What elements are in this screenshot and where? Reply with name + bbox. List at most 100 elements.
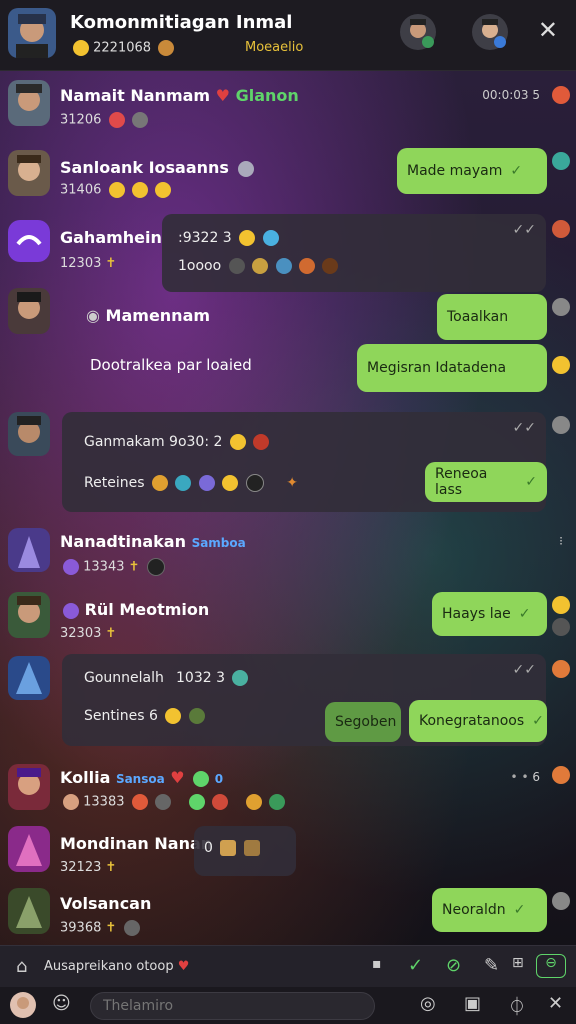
- chat-row-11[interactable]: Volsancan 39368 ✝ Neoraldn ✓: [0, 886, 576, 942]
- message-text: 0: [204, 840, 213, 856]
- message-input[interactable]: [90, 992, 375, 1020]
- avatar[interactable]: [8, 528, 50, 572]
- reaction-icon: [151, 475, 168, 491]
- reaction-icon: [253, 434, 270, 450]
- avatar[interactable]: [8, 656, 50, 700]
- reaction-icon[interactable]: [552, 356, 570, 374]
- reaction-icon[interactable]: [552, 298, 570, 316]
- check-icon[interactable]: ✓: [408, 955, 423, 976]
- member-avatar-1[interactable]: [400, 14, 436, 50]
- sender-name-text: Sanloank Iosaanns: [60, 158, 229, 177]
- reaction-icon[interactable]: [552, 86, 570, 104]
- sender-name: Namait Nanmam ♥ Glanon: [60, 86, 299, 105]
- avatar[interactable]: [8, 150, 50, 196]
- meta-value: 32123: [60, 860, 102, 875]
- user-avatar[interactable]: [10, 992, 36, 1018]
- read-check-icon: ✓✓: [512, 420, 536, 436]
- reaction-icon[interactable]: [552, 152, 570, 170]
- message-text: 1oooo: [178, 258, 222, 274]
- smile-icon: [239, 230, 256, 246]
- close-icon[interactable]: ✕: [548, 993, 563, 1014]
- member-avatar-2[interactable]: [472, 14, 508, 50]
- avatar[interactable]: [8, 80, 50, 126]
- reaction-icon[interactable]: [552, 660, 570, 678]
- message-text: Reteines: [84, 475, 145, 491]
- close-icon[interactable]: ✕: [538, 16, 558, 44]
- message-text: Neoraldn: [442, 902, 506, 918]
- reaction-icon[interactable]: [552, 596, 570, 614]
- meta-value: 39368: [60, 920, 102, 936]
- message-bubble[interactable]: Segoben: [325, 702, 401, 742]
- avatar[interactable]: [8, 592, 50, 638]
- sender-meta: 32303 ✝: [60, 626, 116, 641]
- reaction-icon: [246, 794, 263, 810]
- pen-icon[interactable]: ✎: [484, 955, 499, 976]
- chat-row-1[interactable]: Namait Nanmam ♥ Glanon 31206 00:0:03 5: [0, 78, 576, 138]
- sender-name-text: Rül Meotmion: [84, 600, 210, 619]
- leaf-icon[interactable]: ⊘: [446, 955, 461, 976]
- message-bubble[interactable]: Reneoa lass ✓: [425, 462, 547, 502]
- reaction-icon: [188, 794, 205, 810]
- meta-value: 31406: [60, 182, 102, 198]
- message-bubble[interactable]: Made mayam ✓: [397, 148, 547, 194]
- reaction-icon[interactable]: [552, 618, 570, 636]
- chat-row-4[interactable]: ◉ Mamennam Dootralkea par loaied Toaalka…: [0, 288, 576, 398]
- reaction-icon: [269, 794, 286, 810]
- mic-icon[interactable]: ⏀: [508, 993, 526, 1019]
- chat-row-5[interactable]: Ganmakam 9o30: 2 Reteines ✦ ✓✓ Reneoa la…: [0, 408, 576, 512]
- read-check-icon: ✓✓: [512, 662, 536, 678]
- reaction-icon: [252, 258, 269, 274]
- heart-icon: ♥: [215, 86, 230, 105]
- sticker-icon: [243, 840, 260, 856]
- more-icon[interactable]: ⁝: [552, 534, 570, 552]
- chat-row-10[interactable]: Mondinan Nanan 32123 ✝ 0: [0, 824, 576, 884]
- message-line: Sentines 6: [84, 708, 205, 724]
- message-bubble[interactable]: Megisran Idatadena: [357, 344, 547, 392]
- emoji-picker-icon[interactable]: ☺: [52, 993, 71, 1014]
- sticker-box[interactable]: 0: [194, 826, 296, 876]
- sender-name: Kollia Sansoa ♥ 0: [60, 768, 223, 787]
- chat-row-2[interactable]: Sanloank Iosaanns 31406 Made mayam ✓: [0, 144, 576, 206]
- chat-row-3[interactable]: Gahamhein 12303 ✝ :9322 3 1oooo ✓✓: [0, 212, 576, 292]
- grid-icon[interactable]: ⊞: [512, 955, 524, 971]
- home-icon[interactable]: ⌂: [16, 956, 27, 977]
- message-bubble[interactable]: Neoraldn ✓: [432, 888, 547, 932]
- ellipsis-icon: • •: [510, 770, 529, 784]
- chat-row-7[interactable]: Rül Meotmion 32303 ✝ Haays lae ✓: [0, 588, 576, 650]
- reaction-icon[interactable]: [552, 220, 570, 238]
- read-check-icon: ✓: [525, 474, 537, 490]
- message-bubble[interactable]: :9322 3 1oooo ✓✓: [162, 214, 546, 292]
- avatar[interactable]: [8, 764, 50, 810]
- reaction-icon: [123, 920, 140, 936]
- avatar[interactable]: [8, 888, 50, 934]
- heart-icon: ♥: [170, 768, 185, 787]
- message-bubble[interactable]: Toaalkan: [437, 294, 547, 340]
- composer-status-text: Ausapreikano otoop: [44, 959, 174, 974]
- reaction-icon: [228, 258, 245, 274]
- reaction-icon[interactable]: [552, 416, 570, 434]
- star-icon: ✦: [286, 475, 298, 491]
- chat-row-8[interactable]: Gounnelalh 1032 3 Sentines 6 ✓✓ Segoben …: [0, 652, 576, 746]
- reaction-icon[interactable]: [552, 892, 570, 910]
- message-bubble[interactable]: Konegratanoos ✓: [409, 700, 547, 742]
- reaction-icon: [175, 475, 192, 491]
- chat-row-9[interactable]: Kollia Sansoa ♥ 0 13383 • • 6: [0, 760, 576, 822]
- avatar[interactable]: [8, 288, 50, 334]
- expand-icon[interactable]: ⊖: [536, 954, 566, 978]
- timestamp: 00:0:03 5: [482, 88, 540, 102]
- avatar[interactable]: [8, 826, 50, 872]
- box-icon[interactable]: ▪: [372, 956, 382, 972]
- sender-meta: 13343 ✝: [60, 558, 165, 576]
- avatar[interactable]: [8, 412, 50, 456]
- reaction-icon[interactable]: [552, 766, 570, 784]
- reaction-icon: [108, 112, 125, 128]
- meta-value: 13343: [83, 559, 125, 575]
- message-bubble[interactable]: Haays lae ✓: [432, 592, 547, 636]
- group-avatar[interactable]: [8, 8, 56, 58]
- attach-icon[interactable]: ◎: [420, 993, 436, 1014]
- chat-row-6[interactable]: Nanadtinakan Samboa 13343 ✝ ⁝: [0, 524, 576, 582]
- avatar[interactable]: [8, 220, 50, 262]
- reaction-icon: [275, 258, 292, 274]
- sticker-icon[interactable]: ▣: [464, 993, 481, 1014]
- sticker-icon: [232, 670, 249, 686]
